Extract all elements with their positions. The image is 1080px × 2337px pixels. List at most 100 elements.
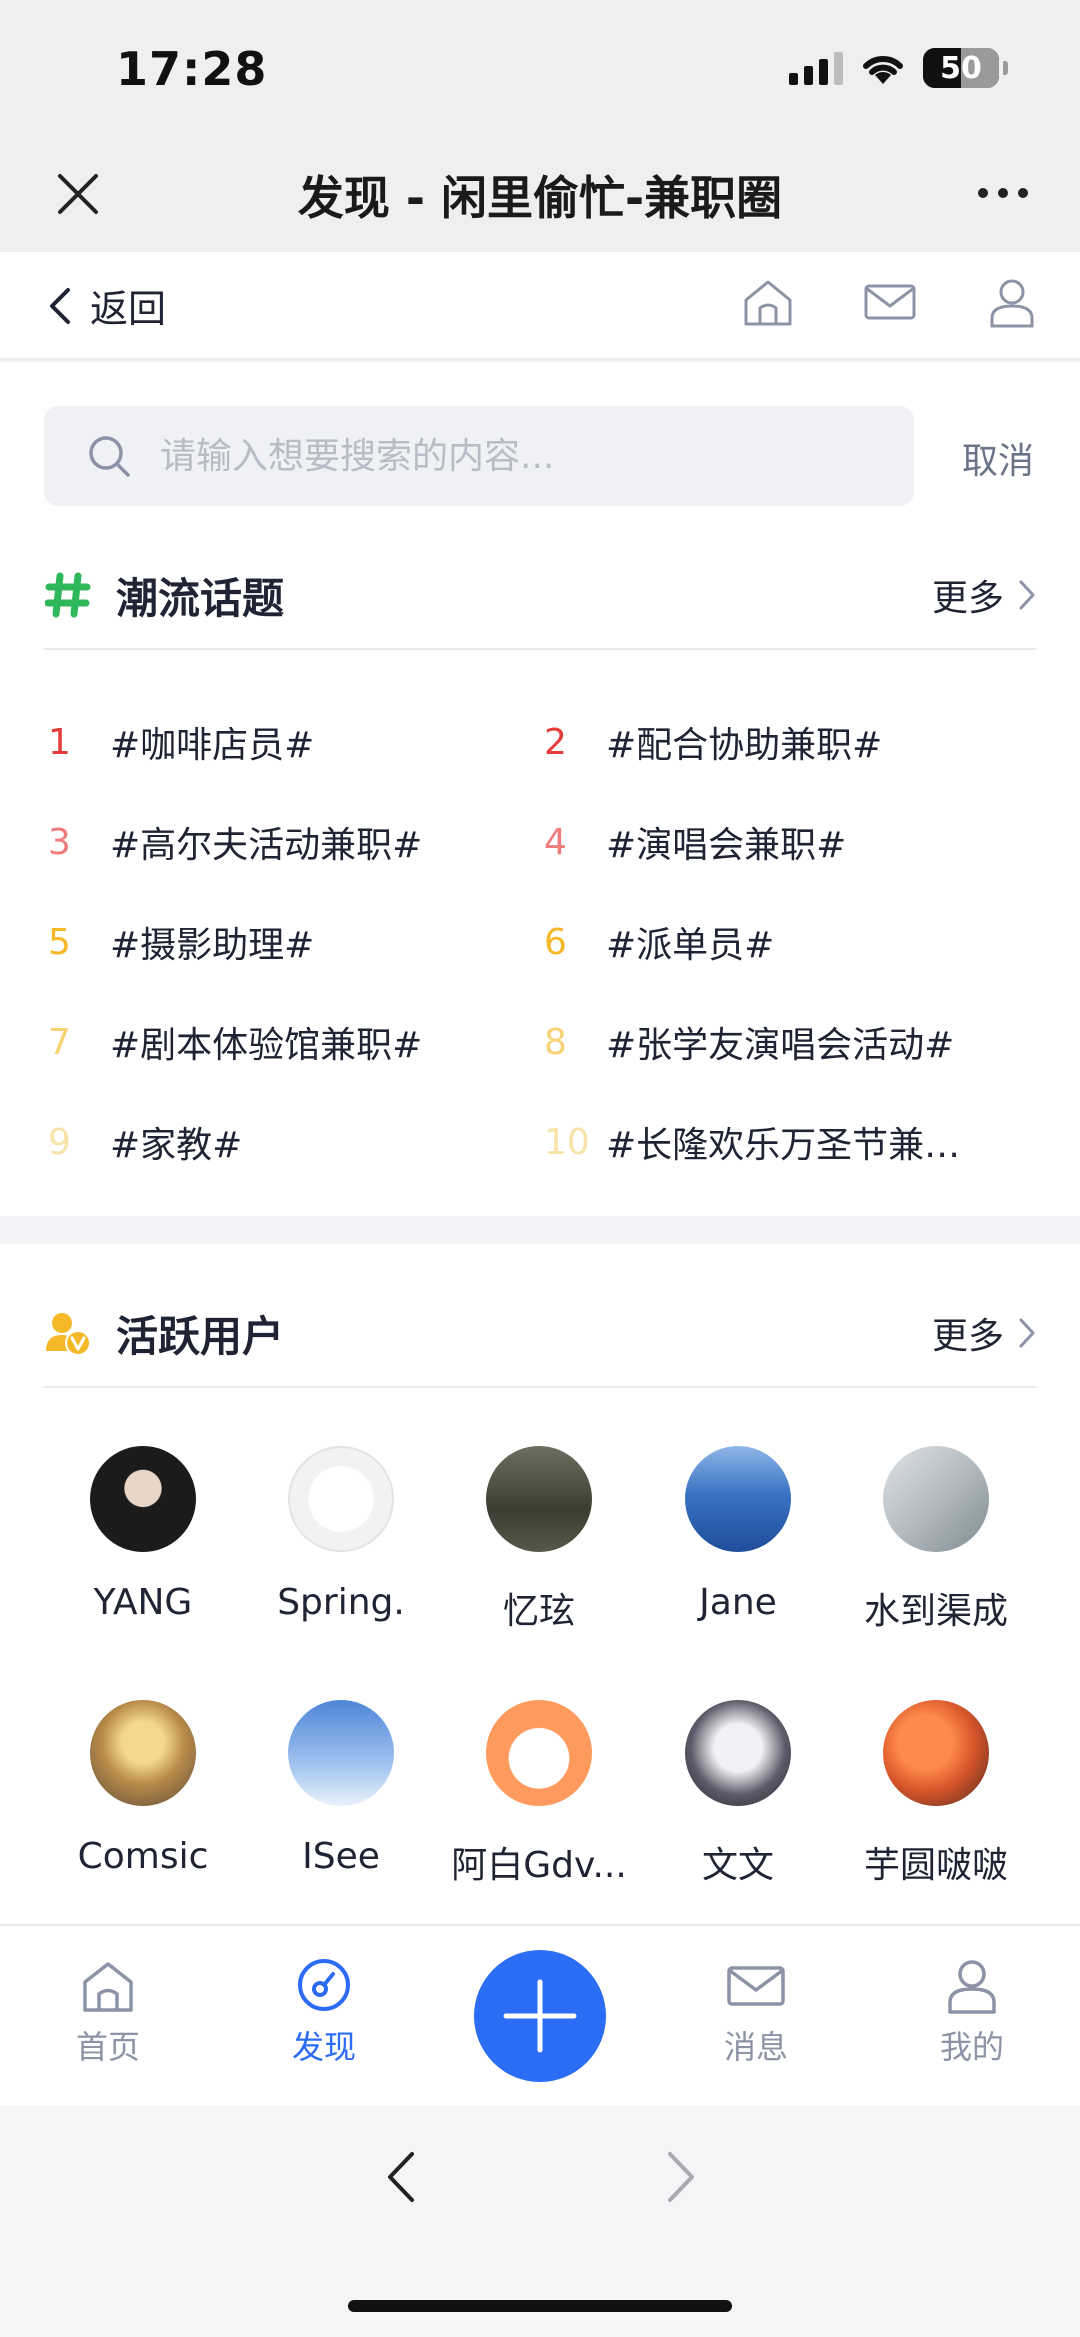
avatar (486, 1700, 592, 1806)
avatar (288, 1700, 394, 1806)
topic-rank: 7 (48, 1021, 71, 1063)
search-box[interactable] (44, 406, 914, 506)
topic-name: #张学友演唱会活动# (606, 1025, 955, 1066)
topic-name: #剧本体验馆兼职# (110, 1025, 423, 1066)
topic-name: #家教# (110, 1125, 243, 1166)
trending-topic-item[interactable]: 8 #张学友演唱会活动# (544, 1012, 954, 1072)
topic-rank: 10 (544, 1121, 590, 1163)
topic-rank: 5 (48, 921, 71, 963)
more-menu-icon[interactable] (978, 188, 1028, 198)
user-name: ISee (302, 1836, 380, 1877)
nav-icons (740, 274, 1040, 330)
wifi-icon (863, 55, 903, 84)
user-name: 阿白Gdv... (451, 1845, 627, 1886)
page-title: 发现 - 闲里偷忙-兼职圈 (297, 171, 783, 225)
search-input[interactable] (160, 435, 900, 477)
back-label: 返回 (90, 287, 167, 331)
trending-more-button[interactable]: 更多 (932, 569, 1036, 621)
battery-icon: 50 (923, 48, 999, 88)
chevron-right-icon (1019, 1318, 1035, 1348)
topic-name: #摄影助理# (110, 925, 315, 966)
tab-profile[interactable]: 我的 (912, 1954, 1032, 2068)
trending-topic-item[interactable]: 7 #剧本体验馆兼职# (48, 1012, 422, 1072)
topic-name: #高尔夫活动兼职# (110, 825, 423, 866)
user-name: Jane (699, 1582, 777, 1623)
active-user-item[interactable]: 芋圆啵啵 (837, 1700, 1035, 1888)
topic-rank: 2 (544, 721, 567, 763)
trending-topic-item[interactable]: 4 #演唱会兼职# (544, 812, 846, 872)
topic-rank: 8 (544, 1021, 567, 1063)
avatar (288, 1446, 394, 1552)
compass-icon (298, 1959, 350, 2011)
browser-forward-icon[interactable] (656, 2142, 706, 2212)
active-user-item[interactable]: ISee (242, 1700, 440, 1877)
trending-topic-item[interactable]: 10 #长隆欢乐万圣节兼职# (544, 1112, 986, 1172)
avatar (685, 1700, 791, 1806)
add-post-button[interactable] (474, 1950, 606, 2082)
topic-rank: 6 (544, 921, 567, 963)
trending-header: 潮流话题 更多 (44, 542, 1036, 650)
trending-topic-item[interactable]: 2 #配合协助兼职# (544, 712, 882, 772)
avatar (90, 1700, 196, 1806)
mail-icon[interactable] (862, 274, 918, 330)
user-name: Spring. (277, 1582, 405, 1623)
active-user-item[interactable]: 忆玹 (440, 1446, 638, 1634)
avatar (90, 1446, 196, 1552)
topic-name: #演唱会兼职# (606, 825, 847, 866)
active-user-item[interactable]: 文文 (639, 1700, 837, 1888)
topic-name: #咖啡店员# (110, 725, 315, 766)
home-icon[interactable] (740, 274, 796, 330)
user-name: 水到渠成 (863, 1591, 1008, 1632)
tab-label: 发现 (291, 2028, 356, 2066)
user-name: 芋圆啵啵 (863, 1845, 1008, 1886)
tab-discover[interactable]: 发现 (264, 1954, 384, 2068)
trending-topic-item[interactable]: 5 #摄影助理# (48, 912, 314, 972)
active-users-title: 活跃用户 (116, 1311, 285, 1361)
browser-back-icon[interactable] (376, 2142, 426, 2212)
topic-rank: 9 (48, 1121, 71, 1163)
avatar (883, 1700, 989, 1806)
user-icon[interactable] (984, 274, 1040, 330)
topic-rank: 3 (48, 821, 71, 863)
user-name: YANG (93, 1582, 193, 1623)
trending-topic-item[interactable]: 6 #派单员# (544, 912, 774, 972)
title-bar: 发现 - 闲里偷忙-兼职圈 (0, 140, 1080, 252)
home-icon (83, 1962, 133, 2012)
active-user-item[interactable]: Jane (639, 1446, 837, 1623)
active-users-header: 活跃用户 更多 (44, 1280, 1036, 1388)
verified-user-icon (44, 1309, 92, 1357)
trending-topic-item[interactable]: 9 #家教# (48, 1112, 242, 1172)
trending-topic-item[interactable]: 3 #高尔夫活动兼职# (48, 812, 422, 872)
active-user-item[interactable]: 水到渠成 (837, 1446, 1035, 1634)
tab-messages[interactable]: 消息 (696, 1954, 816, 2068)
hashtag-icon (44, 571, 92, 619)
active-user-item[interactable]: YANG (44, 1446, 242, 1623)
tab-label: 首页 (75, 2028, 140, 2066)
chevron-left-icon (50, 287, 70, 324)
avatar (685, 1446, 791, 1552)
active-user-item[interactable]: Comsic (44, 1700, 242, 1877)
topic-rank: 1 (48, 721, 71, 763)
section-divider (0, 1216, 1080, 1244)
cellular-signal-icon (789, 51, 843, 85)
status-bar: 17:28 50 (0, 0, 1080, 140)
mail-icon (727, 1966, 785, 2006)
user-name: 文文 (701, 1845, 774, 1886)
active-user-item[interactable]: Spring. (242, 1446, 440, 1623)
user-name: 忆玹 (502, 1591, 575, 1632)
plus-icon (503, 1979, 577, 2053)
cancel-button[interactable]: 取消 (962, 432, 1034, 484)
topic-name: #派单员# (606, 925, 775, 966)
nav-bar: 返回 (0, 252, 1080, 360)
back-button[interactable]: 返回 (48, 278, 166, 333)
status-icons: 50 (789, 48, 1008, 88)
trending-title: 潮流话题 (116, 573, 285, 623)
topic-name: #配合协助兼职# (606, 725, 883, 766)
tab-home[interactable]: 首页 (48, 1954, 168, 2068)
avatar (486, 1446, 592, 1552)
active-user-item[interactable]: 阿白Gdv... (440, 1700, 638, 1888)
trending-topic-item[interactable]: 1 #咖啡店员# (48, 712, 314, 772)
battery-tip (1003, 61, 1008, 75)
active-users-more-button[interactable]: 更多 (932, 1307, 1036, 1359)
tab-bar: 首页 发现 消息 我的 (0, 1924, 1080, 2106)
